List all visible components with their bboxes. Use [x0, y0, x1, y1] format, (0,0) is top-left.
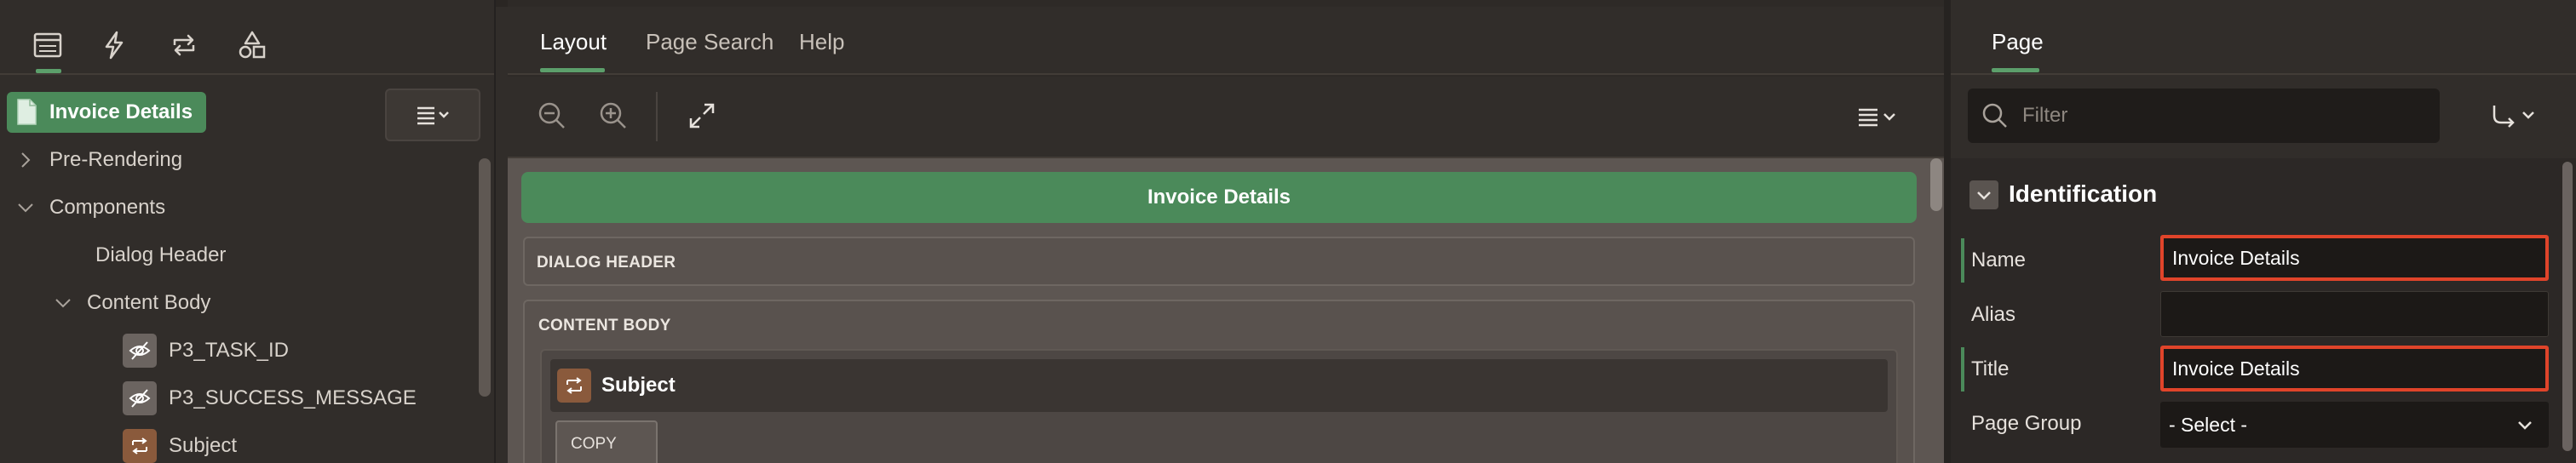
- tree-node-label: Pre-Rendering: [49, 148, 183, 171]
- search-icon: [1982, 103, 2007, 128]
- go-to-group-icon: [2493, 106, 2534, 128]
- dialog-header-region[interactable]: DIALOG HEADER: [523, 237, 1915, 286]
- tree-node-label: Content Body: [87, 291, 211, 314]
- active-tab-indicator: [1992, 68, 2039, 72]
- chevron-down-icon: [1977, 191, 1991, 200]
- splitter-right[interactable]: [1944, 0, 1951, 463]
- tree-node-pre-rendering[interactable]: Pre-Rendering: [15, 136, 182, 184]
- rendering-tree-icon: [33, 32, 62, 58]
- filter-input[interactable]: [2022, 104, 2431, 128]
- chevron-down-icon: [55, 299, 71, 308]
- page-icon: [17, 99, 37, 125]
- canvas-page-title[interactable]: Invoice Details: [521, 172, 1917, 223]
- tree-node-label: P3_TASK_ID: [169, 339, 289, 362]
- region-label: CONTENT BODY: [538, 317, 671, 334]
- title-field[interactable]: [2160, 346, 2549, 392]
- tab-page-search[interactable]: Page Search: [646, 29, 773, 55]
- chevron-right-icon: [21, 152, 31, 168]
- layout-menu-icon[interactable]: [1855, 106, 1905, 128]
- layout-toolbar: [508, 77, 1944, 158]
- page-group-label: Page Group: [1971, 412, 2082, 435]
- tree-node-components[interactable]: Components: [15, 184, 165, 232]
- tab-rendering[interactable]: [17, 17, 78, 73]
- tree-node-label: Subject: [169, 434, 238, 457]
- section-title-identification: Identification: [2009, 180, 2158, 207]
- tab-processing[interactable]: [153, 17, 215, 73]
- page-group-value: - Select -: [2169, 413, 2248, 436]
- tree-menu-button[interactable]: [385, 89, 480, 141]
- expand-icon[interactable]: [685, 99, 719, 133]
- tree-node-label: Dialog Header: [95, 243, 227, 266]
- required-marker: [1961, 347, 1964, 392]
- tree-node-label: P3_SUCCESS_MESSAGE: [169, 386, 417, 409]
- tab-page[interactable]: Page: [1992, 29, 2044, 55]
- go-to-group-button[interactable]: [2470, 89, 2559, 143]
- tree-scrollbar[interactable]: [479, 158, 491, 397]
- page-group-select[interactable]: - Select -: [2160, 402, 2549, 448]
- right-panel-divider: [1951, 73, 2576, 75]
- property-scrollbar[interactable]: [2562, 162, 2573, 451]
- tree-page-node[interactable]: Invoice Details: [7, 92, 207, 133]
- tab-dynamic-actions[interactable]: [83, 17, 145, 73]
- chevron-down-icon: [2518, 421, 2532, 430]
- chevron-down-icon: [18, 203, 33, 213]
- left-panel-divider: [0, 73, 494, 75]
- shapes-icon: [239, 31, 266, 59]
- subject-region-header[interactable]: Subject: [550, 359, 1888, 412]
- region-label: DIALOG HEADER: [537, 254, 676, 272]
- tab-layout[interactable]: Layout: [540, 29, 607, 55]
- menu-lines-icon: [417, 106, 449, 125]
- region-icon: [557, 369, 591, 403]
- title-label: Title: [1971, 357, 2010, 380]
- subject-region-title: Subject: [601, 374, 676, 397]
- tree-node-p3-task-id[interactable]: P3_TASK_ID: [123, 327, 289, 374]
- tab-shared-components[interactable]: [221, 17, 283, 73]
- page-node-label: Invoice Details: [49, 100, 193, 123]
- tree-node-label: Components: [49, 196, 166, 219]
- tree-node-content-body[interactable]: Content Body: [53, 279, 210, 327]
- alias-field[interactable]: [2160, 291, 2549, 337]
- canvas-scrollbar[interactable]: [1930, 158, 1942, 211]
- name-field[interactable]: [2160, 235, 2549, 281]
- zoom-in-icon[interactable]: [596, 99, 630, 133]
- required-marker: [1961, 238, 1964, 283]
- hidden-item-icon: [123, 334, 157, 368]
- section-collapse-button[interactable]: [1969, 180, 1998, 209]
- name-label: Name: [1971, 249, 2027, 272]
- property-filter[interactable]: [1968, 89, 2440, 143]
- active-tab-indicator: [540, 68, 605, 72]
- tab-help[interactable]: Help: [799, 29, 844, 55]
- zoom-out-icon[interactable]: [535, 99, 569, 133]
- region-icon: [123, 429, 157, 463]
- tree-node-dialog-header[interactable]: Dialog Header: [95, 232, 226, 279]
- processing-icon: [173, 34, 195, 56]
- hidden-item-icon: [123, 381, 157, 415]
- tree-node-p3-success-message[interactable]: P3_SUCCESS_MESSAGE: [123, 374, 417, 422]
- lightning-icon: [105, 31, 124, 60]
- toolbar-separator: [656, 92, 658, 141]
- copy-button[interactable]: COPY: [555, 420, 658, 463]
- alias-label: Alias: [1971, 303, 2016, 326]
- tree-node-subject[interactable]: Subject: [123, 422, 237, 463]
- splitter-left[interactable]: [494, 0, 496, 463]
